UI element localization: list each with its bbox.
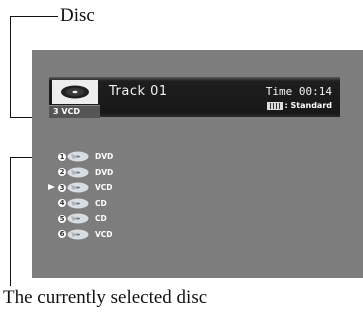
disc-number: 2 [58,168,66,177]
playback-mode: : Standard [266,101,332,110]
disc-number: 4 [58,199,66,208]
disc-leader-vertical [10,16,11,118]
disc-number: 6 [58,230,66,239]
disc-slot-3[interactable]: 3 VCD [48,180,113,196]
osd-screen: 3 VCD Track 01 Time 00:14 : Standard 1 D… [32,50,363,278]
status-header: 3 VCD Track 01 Time 00:14 : Standard [49,77,340,118]
disc-number: 3 [58,183,66,192]
disc-type: VCD [95,229,113,239]
current-disc-type-label: 3 VCD [53,107,81,116]
selected-leader-vertical [10,157,11,286]
current-disc-thumbnail [52,80,98,104]
selected-disc-callout-label: The currently selected disc [3,287,208,308]
disc-leader-horizontal-top [10,16,58,17]
track-label: Track 01 [109,84,168,99]
disc-icon [67,182,89,193]
disc-slot-2[interactable]: 2 DVD [58,165,113,181]
disc-icon [67,229,89,240]
disc-icon [67,151,89,162]
disc-slot-5[interactable]: 5 CD [58,211,113,227]
arrow-right-icon [48,184,55,190]
disc-icon [61,85,89,99]
disc-type: DVD [95,167,114,177]
standard-mode-icon [266,101,283,110]
disc-slot-1[interactable]: 1 DVD [58,149,113,165]
disc-slot-6[interactable]: 6 VCD [58,227,113,243]
disc-number: 1 [58,152,66,161]
disc-icon [67,213,89,224]
time-readout: Time 00:14 [265,85,332,98]
current-disc-type: 3 VCD [49,105,100,118]
disc-callout-label: Disc [60,5,95,26]
disc-type: CD [95,214,107,224]
disc-type: DVD [95,152,114,162]
playback-mode-label: : Standard [284,101,332,110]
disc-list: 1 DVD 2 DVD 3 VCD 4 CD 5 CD 6 VCD [48,149,113,243]
disc-number: 5 [58,214,66,223]
disc-icon [67,198,89,209]
disc-type: VCD [95,183,113,193]
disc-slot-4[interactable]: 4 CD [58,196,113,212]
disc-icon [67,167,89,178]
disc-type: CD [95,198,107,208]
